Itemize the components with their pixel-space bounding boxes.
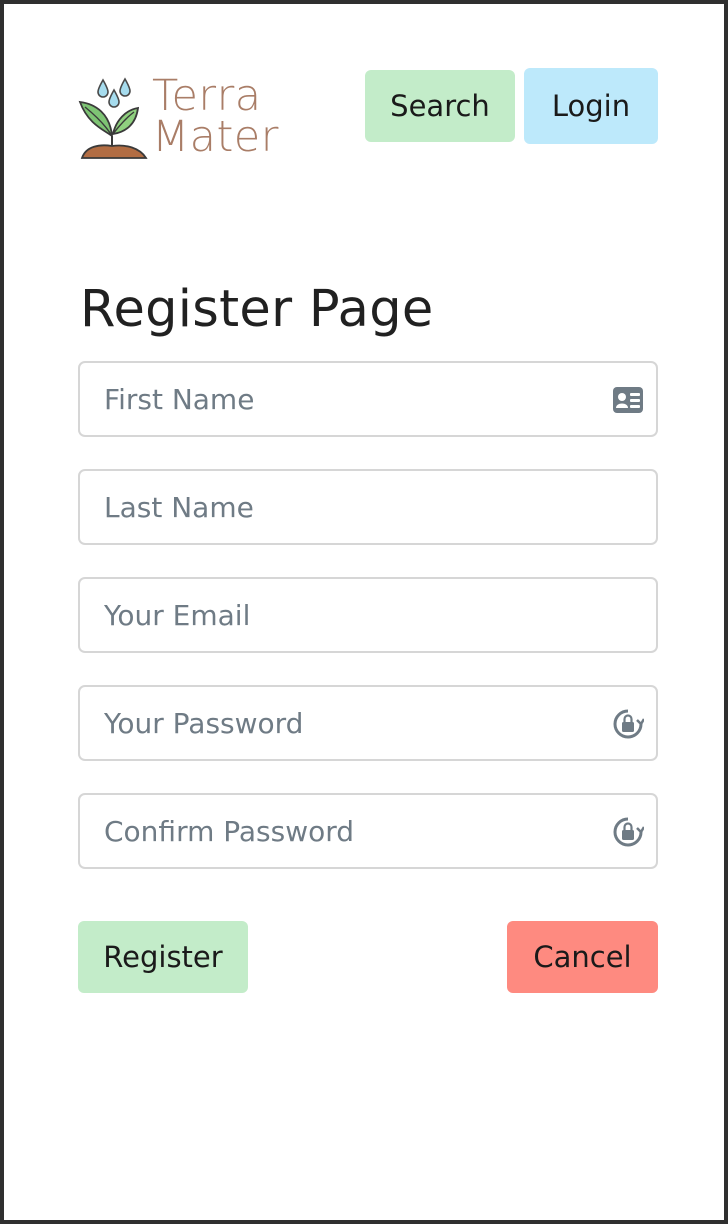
- register-button[interactable]: Register: [78, 921, 248, 993]
- login-button[interactable]: Login: [524, 68, 658, 144]
- password-lock-icon: [613, 817, 644, 847]
- email-input[interactable]: [80, 579, 656, 651]
- password-lock-icon: [613, 709, 644, 739]
- last-name-field: [78, 469, 658, 545]
- brand-name: Terra Mater: [152, 71, 279, 162]
- terra-mater-logo[interactable]: Terra Mater: [76, 74, 279, 160]
- cancel-button[interactable]: Cancel: [507, 921, 658, 993]
- brand-name-line2: Mater: [152, 112, 279, 162]
- contact-card-icon: [613, 387, 643, 413]
- confirm-password-input[interactable]: [80, 795, 656, 867]
- first-name-field: [78, 361, 658, 437]
- search-button[interactable]: Search: [365, 70, 515, 142]
- last-name-input[interactable]: [80, 471, 656, 543]
- first-name-input[interactable]: [80, 363, 656, 435]
- sprout-logo-icon: [78, 77, 148, 159]
- page-title: Register Page: [80, 280, 434, 339]
- email-field: [78, 577, 658, 653]
- password-field: [78, 685, 658, 761]
- password-input[interactable]: [80, 687, 656, 759]
- brand-name-line1: Terra: [152, 71, 262, 121]
- app-window: Terra Mater Search Login Register Page F…: [0, 0, 728, 1224]
- confirm-password-field: [78, 793, 658, 869]
